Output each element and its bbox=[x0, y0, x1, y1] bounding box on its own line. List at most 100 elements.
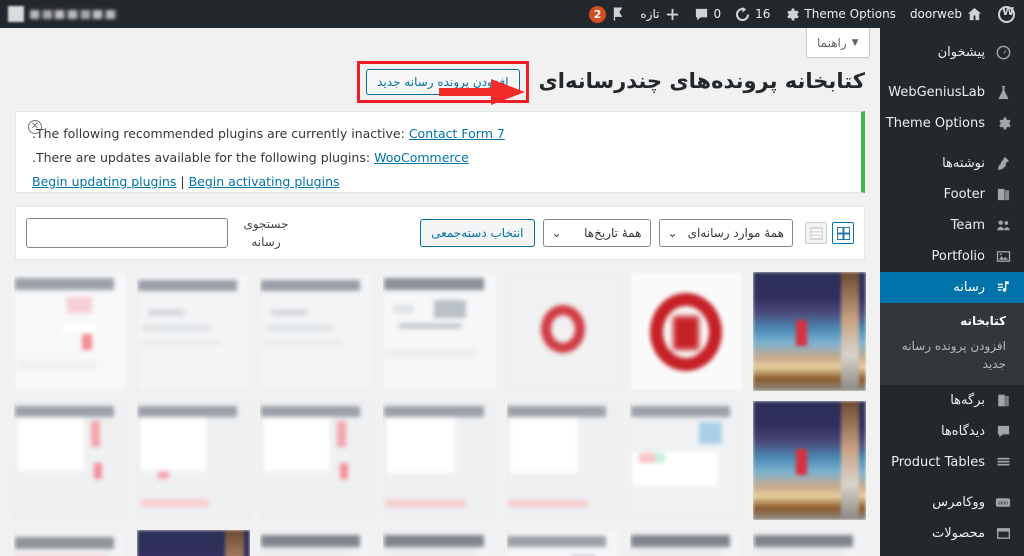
portfolio-icon bbox=[993, 249, 1013, 264]
media-item[interactable] bbox=[629, 530, 743, 556]
sidebar-item-comments[interactable]: دیدگاه‌ها bbox=[880, 416, 1024, 447]
media-item[interactable] bbox=[506, 530, 620, 556]
sidebar-item-label: WebGeniusLab bbox=[888, 85, 985, 100]
sidebar-item-label: Product Tables bbox=[891, 455, 985, 471]
begin-updating-plugins-link[interactable]: Begin updating plugins bbox=[32, 174, 176, 189]
date-filter-select[interactable]: همهٔ تاریخ‌ها ⌄ bbox=[542, 219, 651, 247]
menu-spacer bbox=[880, 28, 1024, 37]
sidebar-item-portfolio[interactable]: Portfolio bbox=[880, 241, 1024, 272]
media-item[interactable] bbox=[14, 401, 128, 520]
submenu-item-add-new[interactable]: افزودن پرونده رسانه جدید bbox=[880, 334, 1024, 377]
media-item[interactable] bbox=[137, 401, 251, 520]
gear-icon bbox=[993, 116, 1013, 131]
media-item[interactable] bbox=[506, 272, 620, 391]
comment-icon bbox=[993, 424, 1013, 439]
sidebar-item-product-tables[interactable]: Product Tables bbox=[880, 447, 1024, 478]
flask-icon bbox=[993, 85, 1013, 100]
media-item[interactable] bbox=[506, 401, 620, 520]
users-icon bbox=[993, 218, 1013, 233]
sidebar-item-footer[interactable]: Footer bbox=[880, 179, 1024, 210]
media-item[interactable] bbox=[260, 530, 374, 556]
contact-form-7-link[interactable]: Contact Form 7 bbox=[409, 126, 505, 141]
media-item[interactable] bbox=[260, 272, 374, 391]
sidebar-item-theme-options[interactable]: Theme Options bbox=[880, 108, 1024, 139]
menu-spacer bbox=[880, 478, 1024, 487]
sidebar-item-label: نوشته‌ها bbox=[942, 156, 985, 171]
new-content-menu[interactable]: تازه bbox=[633, 0, 686, 28]
sidebar-item-team[interactable]: Team bbox=[880, 210, 1024, 241]
main-content: ▼ راهنما کتابخانه پرونده‌های چندرسانه‌ای… bbox=[0, 28, 880, 556]
list-view-icon[interactable] bbox=[805, 222, 827, 244]
help-tab-label: راهنما bbox=[817, 35, 847, 50]
site-name-menu[interactable]: doorweb bbox=[903, 0, 989, 28]
media-item[interactable] bbox=[383, 401, 497, 520]
admin-bar-account-group[interactable] bbox=[0, 0, 126, 28]
sidebar-item-media[interactable]: رسانه bbox=[880, 272, 1024, 303]
comments-menu[interactable]: 0 bbox=[687, 0, 729, 28]
notice-line-2-text: There are updates available for the foll… bbox=[35, 150, 371, 165]
sidebar-item-products[interactable]: محصولات bbox=[880, 518, 1024, 549]
media-item[interactable] bbox=[260, 401, 374, 520]
media-search-group: جستجوی رسانه bbox=[26, 215, 296, 251]
sidebar-item-pages[interactable]: برگه‌ها bbox=[880, 385, 1024, 416]
media-grid bbox=[14, 272, 866, 556]
media-item[interactable] bbox=[752, 272, 866, 391]
wordpress-logo-icon bbox=[998, 5, 1015, 23]
red-arrow-annotation bbox=[439, 79, 525, 105]
site-name-label: doorweb bbox=[909, 7, 962, 21]
media-item[interactable] bbox=[752, 530, 866, 556]
media-item[interactable] bbox=[752, 401, 866, 520]
media-item[interactable] bbox=[383, 272, 497, 391]
action-separator: | bbox=[180, 174, 185, 189]
theme-options-menu[interactable]: Theme Options bbox=[777, 0, 903, 28]
media-item[interactable] bbox=[137, 272, 251, 391]
sidebar-item-label: محصولات bbox=[932, 526, 985, 542]
woocommerce-icon: woo bbox=[993, 495, 1013, 510]
media-item[interactable] bbox=[629, 272, 743, 391]
notice-actions: Begin updating plugins | Begin activatin… bbox=[30, 170, 847, 194]
bulk-select-button[interactable]: انتخاب دسته‌جمعی bbox=[420, 219, 535, 247]
media-item[interactable] bbox=[383, 530, 497, 556]
products-icon bbox=[993, 526, 1013, 541]
plus-icon bbox=[665, 7, 680, 22]
media-item[interactable] bbox=[629, 401, 743, 520]
gear-icon bbox=[784, 7, 800, 22]
notice-line-1: .The following recommended plugins are c… bbox=[30, 122, 847, 146]
plugin-notice: ✕ .The following recommended plugins are… bbox=[15, 111, 865, 193]
dashboard-icon bbox=[993, 45, 1013, 60]
table-icon bbox=[993, 455, 1013, 470]
comment-icon bbox=[694, 7, 709, 22]
new-content-label: تازه bbox=[640, 7, 660, 21]
sidebar-item-dashboard[interactable]: پیشخوان bbox=[880, 37, 1024, 68]
media-type-filter-select[interactable]: همهٔ موارد رسانه‌ای ⌄ bbox=[658, 219, 793, 247]
update-icon bbox=[735, 6, 750, 22]
media-item[interactable] bbox=[137, 530, 251, 556]
date-filter-value: همهٔ تاریخ‌ها bbox=[584, 226, 642, 240]
sidebar-item-label: Footer bbox=[943, 187, 985, 202]
media-type-filter-value: همهٔ موارد رسانه‌ای bbox=[687, 226, 784, 240]
media-item[interactable] bbox=[14, 272, 128, 391]
updates-menu[interactable]: 16 bbox=[728, 0, 777, 28]
close-icon[interactable]: ✕ bbox=[28, 120, 42, 134]
search-input[interactable] bbox=[26, 218, 228, 248]
chevron-down-icon: ⌄ bbox=[667, 226, 678, 240]
sidebar-item-label: ووکامرس bbox=[932, 495, 985, 511]
account-name-blurred bbox=[30, 9, 118, 19]
sidebar-item-posts[interactable]: نوشته‌ها bbox=[880, 148, 1024, 179]
submenu-item-library[interactable]: کتابخانه bbox=[880, 309, 1024, 334]
woocommerce-link[interactable]: WooCommerce bbox=[374, 150, 469, 165]
account-menu[interactable] bbox=[0, 6, 126, 22]
comments-count: 0 bbox=[713, 7, 722, 21]
wordpress-logo-menu[interactable] bbox=[989, 0, 1024, 28]
media-icon bbox=[993, 280, 1013, 295]
sidebar-item-webgeniuslab[interactable]: WebGeniusLab bbox=[880, 77, 1024, 108]
admin-sidebar-menu: پیشخوان WebGeniusLab Theme Options نوشته… bbox=[880, 28, 1024, 556]
begin-activating-plugins-link[interactable]: Begin activating plugins bbox=[189, 174, 340, 189]
notifications-menu[interactable]: 2 bbox=[582, 0, 634, 28]
sidebar-item-woocommerce[interactable]: woo ووکامرس bbox=[880, 487, 1024, 518]
home-icon bbox=[967, 7, 982, 22]
notifications-count: 2 bbox=[588, 5, 607, 23]
media-item[interactable] bbox=[14, 530, 128, 556]
help-tab-button[interactable]: ▼ راهنما bbox=[806, 28, 870, 58]
grid-view-icon[interactable] bbox=[832, 222, 854, 244]
